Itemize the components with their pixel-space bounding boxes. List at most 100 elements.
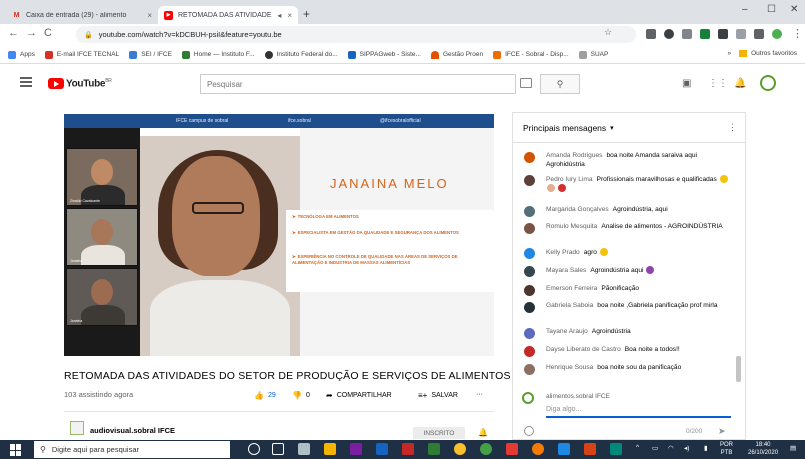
- chrome-icon[interactable]: [454, 443, 466, 455]
- extension-icon[interactable]: [718, 29, 728, 39]
- send-icon[interactable]: ➤: [718, 426, 726, 437]
- chrome-icon[interactable]: [480, 443, 492, 455]
- extension-icon[interactable]: [682, 29, 692, 39]
- menu-icon[interactable]: ⋮: [792, 27, 803, 40]
- wifi-icon[interactable]: ◠: [668, 444, 674, 452]
- chat-menu-icon[interactable]: ⋮: [728, 122, 737, 133]
- bookmark-instituto-federal[interactable]: Instituto Federal do...: [264, 50, 338, 59]
- task-view-icon[interactable]: [272, 443, 284, 455]
- account-avatar[interactable]: [760, 75, 776, 91]
- search-input[interactable]: Pesquisar: [200, 74, 516, 94]
- chat-scrollbar[interactable]: [736, 356, 741, 382]
- youtube-logo-icon[interactable]: [48, 78, 64, 89]
- firefox-icon[interactable]: [532, 443, 544, 455]
- speaker-shirt: [150, 280, 290, 356]
- cortana-icon[interactable]: [248, 443, 260, 455]
- extension-icon[interactable]: [736, 29, 746, 39]
- char-counter: 0/200: [686, 428, 703, 435]
- file-explorer-icon[interactable]: [324, 443, 336, 455]
- close-icon[interactable]: ×: [287, 11, 292, 20]
- playlist-add-icon: ≡+: [418, 391, 428, 400]
- lock-icon: 🔒: [84, 31, 93, 39]
- app-icon[interactable]: [402, 443, 414, 455]
- site-icon: [430, 50, 439, 59]
- chat-message: Emerson Ferreira Pãonificação: [524, 285, 736, 296]
- tab-youtube[interactable]: ▶ RETOMADA DAS ATIVIDADE ◂ ×: [158, 6, 298, 24]
- battery-icon[interactable]: ▮: [704, 444, 708, 452]
- profile-avatar[interactable]: [772, 29, 782, 39]
- tab-gmail[interactable]: M Caixa de entrada (29) - alimento ×: [6, 6, 158, 24]
- back-icon[interactable]: ←: [8, 27, 19, 39]
- channel-name[interactable]: audiovisual.sobral IFCE: [90, 426, 175, 435]
- bookmark-gestao-proen[interactable]: Gestão Proen: [430, 50, 483, 59]
- create-video-icon[interactable]: ▣: [682, 78, 691, 89]
- emoji-icon: [646, 266, 655, 274]
- bookmark-star-icon[interactable]: ☆: [604, 27, 612, 38]
- tray-chevron-icon[interactable]: ^: [636, 444, 639, 451]
- chat-message-input[interactable]: Diga algo...: [546, 404, 731, 418]
- share-button[interactable]: ➦ COMPARTILHAR: [326, 391, 392, 400]
- chat-message: Dayse Liberato de Castro Boa noite a todo…: [524, 346, 736, 357]
- app-icon[interactable]: [298, 443, 310, 455]
- dislike-button[interactable]: 👎 0: [292, 391, 310, 400]
- app-icon[interactable]: [610, 443, 622, 455]
- bookmark-apps[interactable]: Apps: [8, 50, 35, 59]
- close-window-button[interactable]: ✕: [790, 4, 798, 15]
- word-icon[interactable]: [558, 443, 570, 455]
- bookmarks-overflow-button[interactable]: »: [727, 50, 731, 57]
- save-button[interactable]: ≡+ SALVAR: [418, 391, 458, 400]
- notifications-bell-icon[interactable]: 🔔: [734, 78, 746, 89]
- subscribe-button[interactable]: INSCRITO: [413, 427, 465, 439]
- bookmark-email[interactable]: E-mail IFCE TECNAL: [44, 50, 119, 59]
- bookmark-sei[interactable]: SEI / IFCE: [129, 50, 172, 59]
- bookmark-sippag[interactable]: SIPPAGweb - Siste...: [347, 50, 421, 59]
- bookmark-ifce-sobral[interactable]: IFCE - Sobral - Disp...: [493, 50, 569, 59]
- notification-center-icon[interactable]: ▤: [790, 444, 796, 452]
- input-language[interactable]: POR PTB: [720, 441, 733, 457]
- speaker-glasses: [192, 202, 244, 214]
- search-button[interactable]: ⚲: [540, 74, 580, 94]
- video-title: RETOMADA DAS ATIVIDADES DO SETOR DE PROD…: [64, 370, 511, 382]
- bookmark-suap[interactable]: SUAP: [578, 50, 608, 59]
- extension-icon[interactable]: [646, 29, 656, 39]
- powerpoint-icon[interactable]: [584, 443, 596, 455]
- minimize-button[interactable]: –: [742, 4, 748, 15]
- chat-message: Gabriela Saboia boa noite ,Gabriela panif…: [524, 302, 736, 313]
- new-tab-button[interactable]: +: [303, 7, 310, 21]
- reload-icon[interactable]: C: [44, 27, 52, 39]
- extension-icon[interactable]: [664, 29, 674, 39]
- hamburger-menu-icon[interactable]: [20, 77, 32, 89]
- chat-header[interactable]: Principais mensagens ▾: [513, 113, 745, 143]
- emoji-picker-icon[interactable]: [524, 426, 534, 436]
- other-bookmarks[interactable]: Outros favoritos: [751, 50, 797, 57]
- bookmark-home-instituto[interactable]: Home — Instituto F...: [181, 50, 255, 59]
- bell-icon[interactable]: 🔔: [478, 428, 488, 437]
- channel-avatar[interactable]: [70, 421, 84, 435]
- app-icon[interactable]: [428, 443, 440, 455]
- volume-icon[interactable]: ◂): [684, 444, 689, 452]
- address-bar[interactable]: 🔒 youtube.com/watch?v=kDCBUH-psiI&featur…: [76, 26, 636, 43]
- like-button[interactable]: 👍 29: [254, 391, 276, 400]
- keyboard-icon[interactable]: [520, 78, 532, 88]
- app-icon[interactable]: [376, 443, 388, 455]
- extension-icon[interactable]: [754, 29, 764, 39]
- forward-icon[interactable]: →: [26, 27, 37, 39]
- maximize-button[interactable]: ☐: [767, 4, 776, 15]
- speaker-icon[interactable]: ◂: [277, 11, 281, 20]
- youtube-logo-text[interactable]: YouTubeBR: [66, 78, 112, 89]
- user-avatar: [524, 346, 535, 357]
- user-avatar: [524, 152, 535, 163]
- app-icon[interactable]: [506, 443, 518, 455]
- extension-icon[interactable]: [700, 29, 710, 39]
- chat-message: Kelly Prado agro: [524, 248, 736, 259]
- social-handle: ifce.sobral: [288, 118, 311, 124]
- system-clock[interactable]: 18:40 26/10/2020: [748, 441, 778, 457]
- more-actions-button[interactable]: ···: [476, 391, 483, 398]
- network-icon[interactable]: ▭: [652, 444, 658, 452]
- windows-start-icon[interactable]: [10, 444, 22, 456]
- app-icon[interactable]: [350, 443, 362, 455]
- chat-message: Margarida Gonçalves Agroindústria, aqui: [524, 206, 736, 217]
- apps-grid-icon[interactable]: ⋮⋮: [708, 78, 728, 89]
- close-icon[interactable]: ×: [147, 11, 152, 20]
- taskbar-search-input[interactable]: ⚲ Digite aqui para pesquisar: [34, 441, 230, 458]
